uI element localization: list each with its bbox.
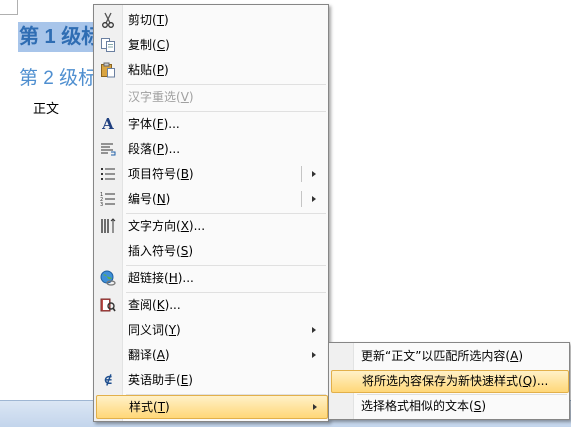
text-direction-icon [99, 217, 117, 235]
lookup-book-icon [99, 296, 117, 314]
menu-item-copy[interactable]: 复制(C) [96, 33, 326, 57]
font-icon: A [102, 115, 114, 133]
menu-item-lookup[interactable]: 查阅(K)... [96, 293, 326, 317]
menu-item-bullets[interactable]: 项目符号(B) [96, 162, 326, 186]
scissors-icon [99, 11, 117, 29]
submenu-arrow-icon [312, 327, 316, 333]
submenu-arrow-icon [313, 404, 317, 410]
menu-item-hyperlink[interactable]: 超链接(H)... [96, 266, 326, 290]
submenu-item-update-style[interactable]: 更新“正文”以匹配所选内容(A) [331, 345, 567, 368]
copy-icon [99, 36, 117, 54]
menu-item-paragraph[interactable]: 段落(P)... [96, 137, 326, 161]
numbered-list-icon: 123 [99, 190, 117, 208]
hyperlink-globe-icon [99, 269, 117, 287]
english-assistant-icon: ∉ [103, 372, 113, 388]
menu-item-english-assistant[interactable]: ∉ 英语助手(E) [96, 368, 326, 392]
menu-item-translate[interactable]: 翻译(A) [96, 343, 326, 367]
menu-item-text-direction[interactable]: 文字方向(X)... [96, 214, 326, 238]
context-menu: 剪切(T) 复制(C) 粘贴(P) 汉字重选(V) A 字体(F)... 段落(… [93, 4, 329, 422]
submenu-item-select-similar[interactable]: 选择格式相似的文本(S) [331, 395, 567, 418]
submenu-item-save-quick-style[interactable]: 将所选内容保存为新快速样式(Q)... [331, 370, 569, 393]
menu-item-paste[interactable]: 粘贴(P) [96, 58, 326, 82]
styles-submenu: 更新“正文”以匹配所选内容(A) 将所选内容保存为新快速样式(Q)... 选择格… [328, 342, 570, 420]
menu-item-insert-symbol[interactable]: 插入符号(S) [96, 239, 326, 263]
menu-item-font[interactable]: A 字体(F)... [96, 112, 326, 136]
body-text[interactable]: 正文 [33, 98, 59, 117]
margin-corner-mark [0, 0, 18, 15]
paragraph-icon [99, 140, 117, 158]
menu-item-styles[interactable]: 样式(T) [96, 395, 328, 419]
menu-item-reconvert: 汉字重选(V) [128, 90, 194, 104]
submenu-arrow-icon [312, 352, 316, 358]
submenu-arrow-icon[interactable] [312, 171, 316, 177]
heading-2-text[interactable]: 第 2 级标题 [19, 66, 99, 92]
menu-item-cut[interactable]: 剪切(T) [96, 8, 326, 32]
menu-item-synonyms[interactable]: 同义词(Y) [96, 318, 326, 342]
menu-item-numbering[interactable]: 123 编号(N) [96, 187, 326, 211]
bullet-list-icon [99, 165, 117, 183]
svg-text:3: 3 [100, 202, 103, 207]
paste-icon [99, 61, 117, 79]
submenu-arrow-icon[interactable] [312, 196, 316, 202]
